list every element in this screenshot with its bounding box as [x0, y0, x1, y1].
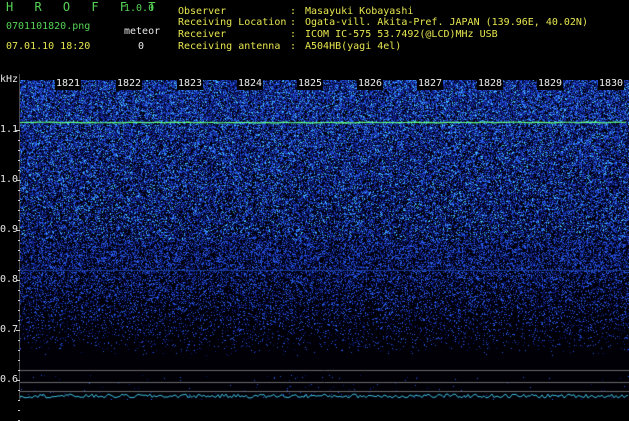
file-name: 0701101820.png	[6, 21, 91, 32]
time-tick-label: 1827	[416, 78, 444, 90]
receiver-key: Receiver	[178, 29, 227, 40]
freq-minor-tick	[18, 140, 20, 141]
freq-minor-tick	[18, 400, 20, 401]
antenna-sep: :	[290, 41, 297, 52]
location-key: Receiving Location	[178, 17, 287, 28]
freq-minor-tick	[18, 290, 20, 291]
freq-tick-mark	[16, 280, 20, 281]
time-tick-label: 1829	[536, 78, 564, 90]
app-version: 1.0.0	[124, 3, 155, 14]
file-datetime: 07.01.10 18:20	[6, 41, 91, 52]
freq-minor-tick	[18, 390, 20, 391]
freq-tick-mark	[16, 330, 20, 331]
time-tick-label: 1822	[115, 78, 143, 90]
freq-tick-mark	[16, 380, 20, 381]
time-tick-label: 1825	[296, 78, 324, 90]
time-tick-label: 1824	[236, 78, 264, 90]
y-axis-line	[19, 74, 20, 400]
freq-minor-tick	[18, 190, 20, 191]
receiver-value: ICOM IC-575 53.7492(@LCD)MHz USB	[305, 29, 498, 40]
meteor-label: meteor	[124, 26, 161, 37]
time-tick-label: 1821	[54, 78, 82, 90]
time-tick-label: 1823	[176, 78, 204, 90]
y-unit-label: kHz	[0, 74, 19, 85]
freq-minor-tick	[18, 240, 20, 241]
observer-value: Masayuki Kobayashi	[305, 6, 414, 17]
freq-minor-tick	[18, 300, 20, 301]
header-panel: H R O F F T 1.0.0 0701101820.png meteor …	[0, 0, 629, 72]
freq-minor-tick	[18, 370, 20, 371]
freq-minor-tick	[18, 170, 20, 171]
time-tick-label: 1828	[476, 78, 504, 90]
spectrogram	[20, 80, 629, 400]
freq-tick-mark	[16, 180, 20, 181]
time-tick-label: 1826	[356, 78, 384, 90]
freq-minor-tick	[18, 350, 20, 351]
antenna-key: Receiving antenna	[178, 41, 281, 52]
time-tick-label: 1830	[597, 78, 625, 90]
freq-minor-tick	[18, 410, 20, 411]
freq-minor-tick	[18, 220, 20, 221]
freq-minor-tick	[18, 340, 20, 341]
freq-minor-tick	[18, 270, 20, 271]
freq-minor-tick	[18, 260, 20, 261]
freq-tick-mark	[16, 130, 20, 131]
freq-minor-tick	[18, 160, 20, 161]
antenna-value: A504HB(yagi 4el)	[305, 41, 402, 52]
time-axis: 1821 1822 1823 1824 1825 1826 1827 1828 1829 1830	[20, 78, 629, 91]
location-value: Ogata-vill. Akita-Pref. JAPAN (139.96E, …	[305, 17, 588, 28]
freq-minor-tick	[18, 250, 20, 251]
observer-sep: :	[290, 6, 297, 17]
freq-minor-tick	[18, 360, 20, 361]
freq-minor-tick	[18, 200, 20, 201]
freq-tick-mark	[16, 230, 20, 231]
observer-key: Observer	[178, 6, 227, 17]
meteor-count: 0	[138, 41, 145, 52]
freq-minor-tick	[18, 210, 20, 211]
freq-minor-tick	[18, 320, 20, 321]
location-sep: :	[290, 17, 297, 28]
receiver-sep: :	[290, 29, 297, 40]
freq-minor-tick	[18, 150, 20, 151]
freq-minor-tick	[18, 310, 20, 311]
